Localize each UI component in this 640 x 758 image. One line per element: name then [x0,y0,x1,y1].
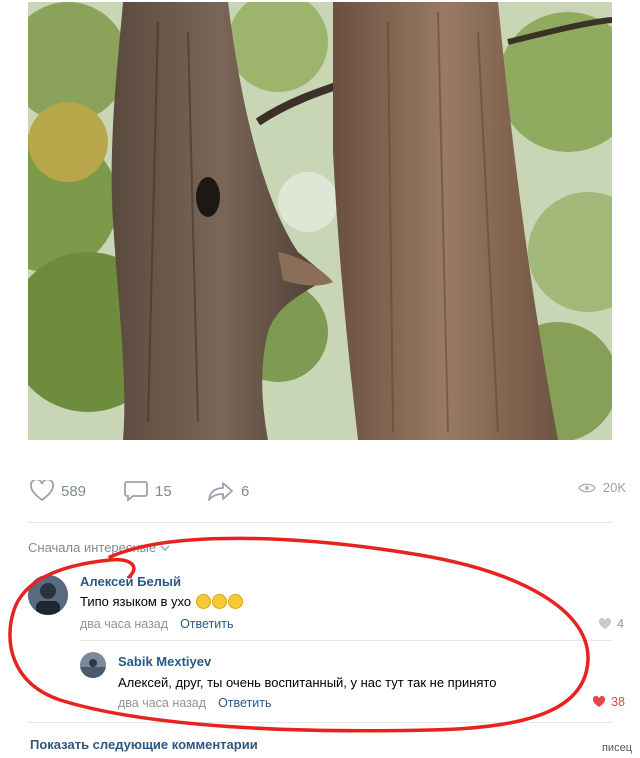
comment-sort-dropdown[interactable]: Сначала интересные [28,540,170,555]
comment-count: 15 [155,482,172,500]
laughing-emoji-icon [211,594,227,609]
eye-icon [577,483,596,492]
heart-icon [598,618,612,629]
comment-like-button[interactable]: 38 [592,695,625,709]
sort-label: Сначала интересные [28,540,157,555]
comment-author[interactable]: Sabik Mextiyev [118,654,211,669]
comment-like-button[interactable]: 4 [598,617,624,631]
reply-button[interactable]: Ответить [180,617,233,631]
divider [80,640,612,641]
avatar-image [28,575,68,615]
divider [28,722,612,723]
comment-timestamp[interactable]: два часа назад [118,696,206,710]
comment-button[interactable]: 15 [124,480,172,502]
comment-text: Алексей, друг, ты очень воспитанный, у н… [118,675,497,690]
laughing-emoji-icon [227,594,243,609]
views-count: 20K [602,480,626,495]
heart-icon [592,696,606,707]
watermark: писец [601,742,632,754]
share-icon [208,482,233,501]
avatar[interactable] [28,575,68,615]
comment-timestamp[interactable]: два часа назад [80,617,168,631]
post-photo[interactable] [28,2,612,440]
avatar[interactable] [80,652,106,678]
views-counter: 20K [577,480,626,495]
comment-meta: два часа назад Ответить [80,617,234,631]
comment-like-count: 4 [617,617,624,631]
chevron-down-icon [160,544,170,551]
show-more-comments-link[interactable]: Показать следующие комментарии [30,737,258,752]
share-button[interactable]: 6 [208,480,249,502]
comment-author[interactable]: Алексей Белый [80,574,181,589]
post-actions-bar: 589 15 6 20K [28,470,626,518]
comment-text-body: Типо языком в ухо [80,594,192,609]
comment-icon [124,481,148,502]
heart-icon [30,480,54,502]
avatar-image [80,652,106,678]
reply-button[interactable]: Ответить [218,696,271,710]
comment-text: Типо языком в ухо [80,594,243,609]
like-button[interactable]: 589 [30,480,86,502]
share-count: 6 [241,482,250,500]
tree-photo-image [28,2,612,440]
laughing-emoji-icon [195,594,211,609]
comment-meta: два часа назад Ответить [118,696,272,710]
like-count: 589 [61,482,87,500]
divider [28,522,612,523]
comment-like-count: 38 [611,695,625,709]
